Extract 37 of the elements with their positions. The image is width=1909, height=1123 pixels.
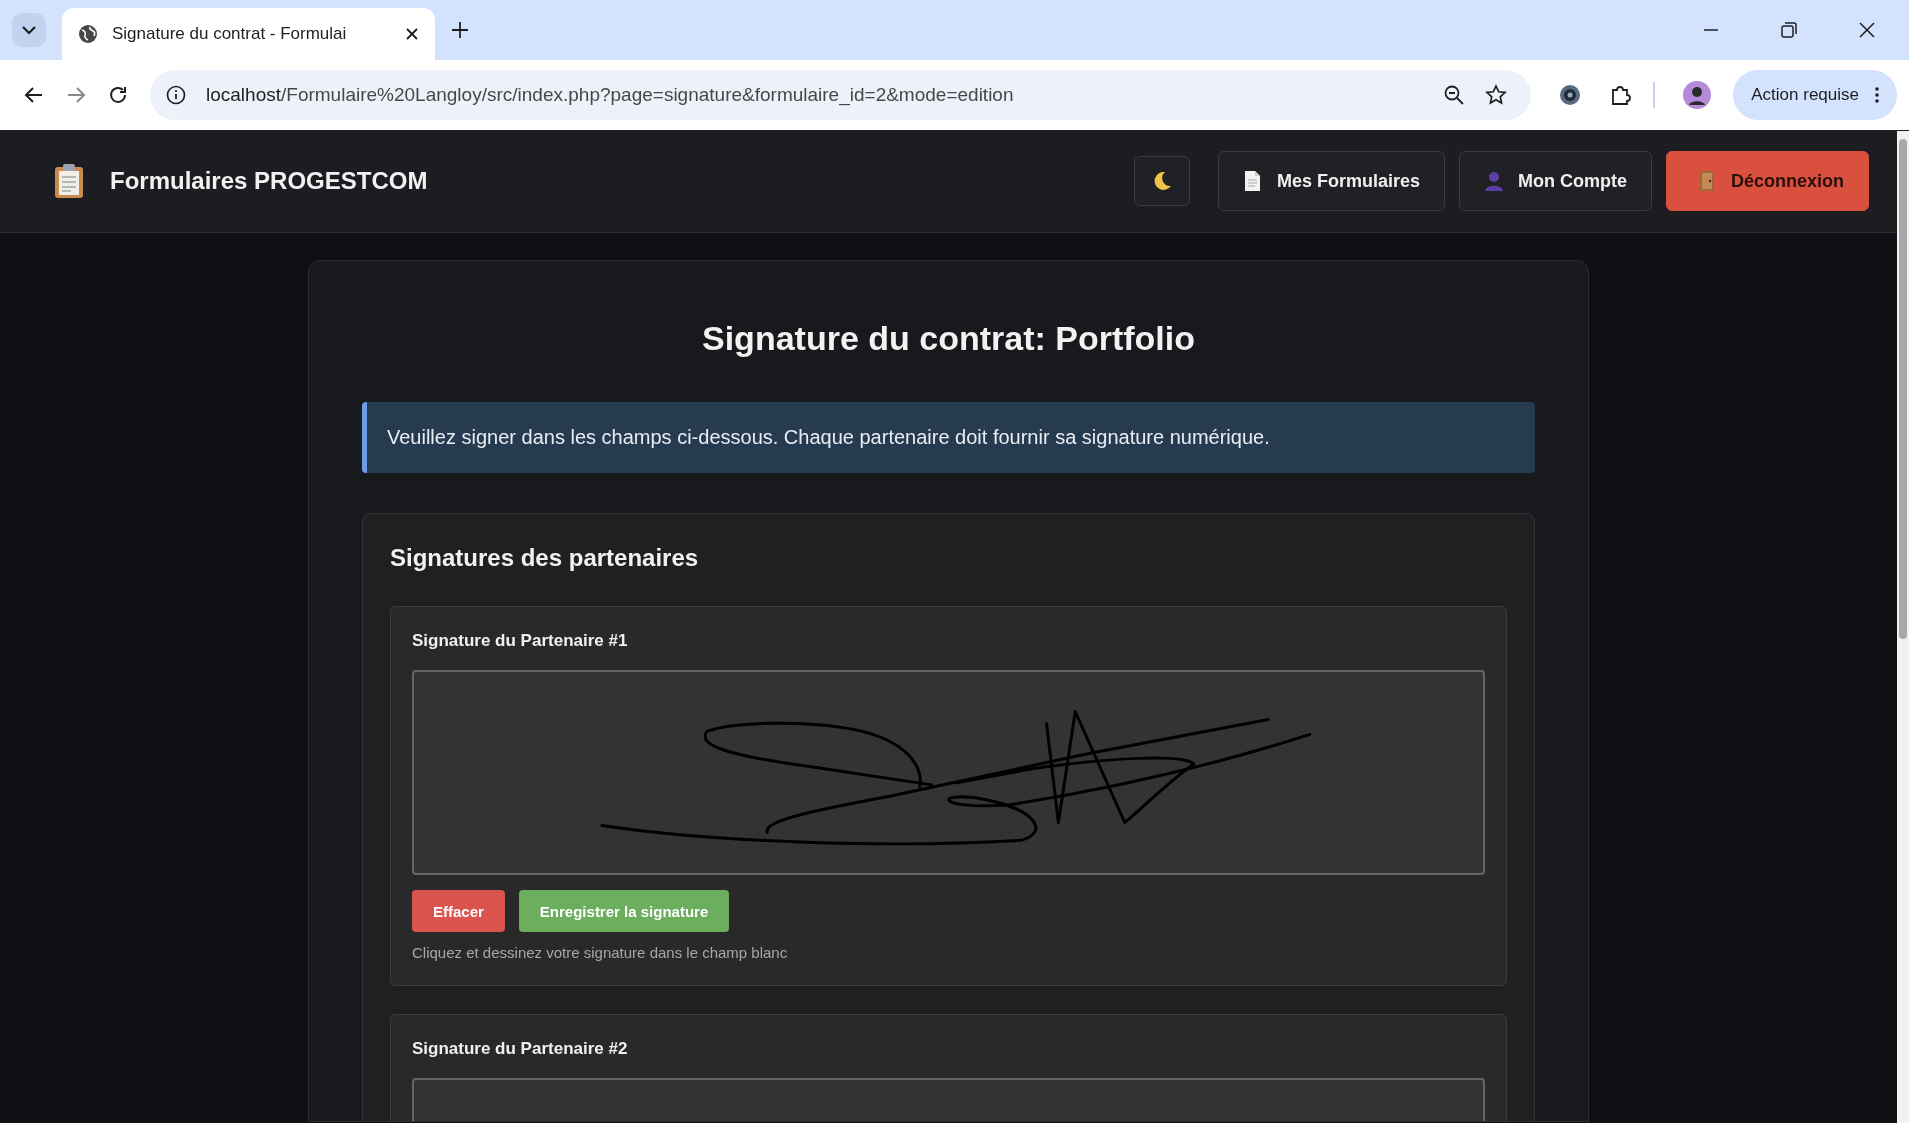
action-button[interactable]: Effacer [412, 890, 505, 932]
info-icon[interactable] [166, 85, 186, 105]
zoom-out-icon[interactable] [1443, 84, 1466, 106]
extensions-icon[interactable] [1609, 84, 1632, 106]
close-icon[interactable] [405, 27, 419, 41]
tab-list-icon[interactable] [12, 13, 46, 47]
restore-icon[interactable] [1781, 22, 1797, 38]
app-title: Formulaires PROGESTCOM [110, 167, 428, 195]
tab-title: Signature du contrat - Formulai [112, 24, 348, 44]
profile-button[interactable]: Action requise [1733, 70, 1897, 120]
nav-button[interactable]: Mes Formulaires [1217, 151, 1445, 211]
url-text: localhost/Formulaire%20Langloy/src/index.php?page=signature&formulaire_id=2&mode=edition [206, 84, 1014, 106]
user-icon [1484, 170, 1504, 192]
document-icon [1242, 170, 1263, 192]
partner-label: Signature du Partenaire #1 [412, 631, 629, 651]
star-icon[interactable] [1485, 84, 1508, 106]
close-icon[interactable] [1859, 22, 1875, 38]
page-title: Signature du contrat: Portfolio [701, 319, 1196, 358]
reload-icon[interactable] [108, 85, 128, 105]
address-bar[interactable]: localhost/Formulaire%20Langloy/src/index.php?page=signature&formulaire_id=2&mode=edition [150, 70, 1532, 120]
info-alert: Veuillez signer dans les champs ci-dessous. Chaque partenaire doit fournir sa signature numérique. [362, 402, 1535, 473]
more-icon [1875, 87, 1879, 103]
section-title: Signatures des partenaires [390, 544, 700, 572]
browser-tab[interactable]: Signature du contrat - Formulai [62, 8, 435, 60]
clipboard-icon [54, 163, 84, 199]
globe-icon [78, 24, 98, 44]
nav-button[interactable]: Déconnexion [1665, 151, 1869, 211]
new-tab-icon[interactable] [451, 21, 469, 39]
partner-label: Signature du Partenaire #2 [412, 1039, 629, 1059]
avatar-icon[interactable] [1683, 81, 1712, 109]
hint-text: Cliquez et dessinez votre signature dans le champ blanc [412, 944, 789, 961]
back-icon[interactable] [24, 85, 44, 105]
forward-icon [66, 85, 86, 105]
extension-badge-icon[interactable] [1559, 84, 1582, 106]
theme-toggle[interactable] [1133, 156, 1190, 206]
scrollbar[interactable] [1897, 131, 1909, 1123]
nav-button[interactable]: Mon Compte [1459, 151, 1652, 211]
